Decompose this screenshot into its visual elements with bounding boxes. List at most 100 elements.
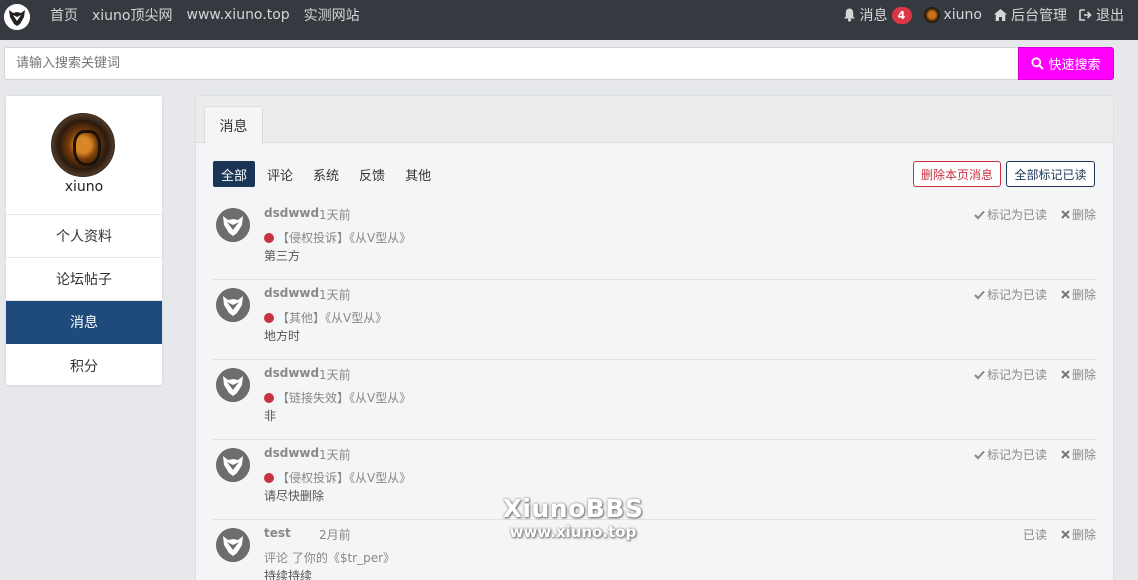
sender-avatar[interactable]	[216, 368, 250, 402]
close-icon	[1061, 290, 1070, 299]
message-subject[interactable]: 评论 了你的《$tr_per》	[264, 549, 395, 566]
message-row: dsdwwd 1天前【侵权投诉】《从V型从》请尽快删除 标记为已读 删除	[213, 440, 1096, 520]
message-subject-text: 【侵权投诉】《从V型从》	[277, 471, 412, 485]
message-subject[interactable]: 【侵权投诉】《从V型从》	[264, 469, 411, 486]
close-icon	[1061, 450, 1070, 459]
message-time: 1天前	[319, 448, 351, 462]
message-row: dsdwwd 1天前 【侵权投诉】《从V型从》 第三方 标记为已读 删除	[213, 200, 1096, 280]
delete-message-label: 删除	[1071, 368, 1096, 382]
delete-message-label: 删除	[1071, 528, 1096, 542]
filter-comments[interactable]: 评论	[259, 161, 301, 187]
message-actions: 标记为已读 删除	[974, 446, 1096, 463]
message-body: 持续持续	[264, 569, 313, 580]
card-header: 消息	[196, 96, 1113, 144]
close-icon	[1061, 210, 1070, 219]
nav-admin-label: 后台管理	[1011, 8, 1067, 24]
message-body: 第三方	[264, 249, 301, 263]
nav-messages[interactable]: 消息 4	[843, 5, 912, 25]
message-subject-text: 评论 了你的《$tr_per》	[264, 551, 396, 565]
nav-link-home[interactable]: 首页	[50, 5, 78, 25]
messages-card: 消息 全部 评论 系统 反馈 其他 删除本页消息 全部标记已读 dsdwwd 1天…	[195, 95, 1114, 580]
mark-read-button[interactable]: 标记为已读	[974, 446, 1047, 463]
filter-all[interactable]: 全部	[213, 161, 256, 187]
sender-name[interactable]: test	[264, 526, 291, 540]
watermark: XiunoBBS www.xiuno.top	[493, 494, 653, 542]
mark-read-button[interactable]: 标记为已读	[974, 286, 1047, 303]
message-body: 请尽快删除	[264, 489, 325, 503]
message-subject[interactable]: 【其他】《从V型从》	[264, 309, 387, 326]
message-time: 1天前	[319, 288, 351, 302]
message-body: 地方时	[264, 329, 301, 343]
message-subject[interactable]: 【链接失效】《从V型从》	[264, 389, 411, 406]
check-icon	[974, 450, 985, 459]
mark-read-label: 标记为已读	[986, 208, 1047, 222]
nav-admin[interactable]: 后台管理	[994, 5, 1067, 25]
delete-message-button[interactable]: 删除	[1061, 526, 1096, 543]
unread-dot-icon	[264, 232, 274, 243]
nav-links: 首页 xiuno顶尖网 www.xiuno.top 实测网站	[50, 0, 360, 30]
watermark-title: XiunoBBS	[502, 494, 644, 523]
mark-read-button[interactable]: 已读	[1023, 526, 1047, 543]
filter-other[interactable]: 其他	[397, 161, 439, 187]
profile-avatar[interactable]	[51, 113, 115, 177]
site-logo-icon[interactable]	[4, 4, 30, 30]
tab-messages[interactable]: 消息	[204, 106, 263, 144]
nav-user-name: xiuno	[943, 7, 983, 23]
message-row: dsdwwd 1天前【链接失效】《从V型从》非 标记为已读 删除	[213, 360, 1096, 440]
check-icon	[974, 210, 985, 219]
sender-name[interactable]: dsdwwd	[264, 366, 319, 380]
message-subject-text: 【侵权投诉】《从V型从》	[277, 231, 412, 245]
message-subject-text: 【其他】《从V型从》	[277, 311, 388, 325]
message-time: 1天前	[319, 368, 351, 382]
nav-link-xiuno-top[interactable]: xiuno顶尖网	[92, 5, 173, 25]
user-sidebar: xiuno 个人资料 论坛帖子 消息 积分	[5, 95, 163, 386]
message-row: dsdwwd 1天前【其他】《从V型从》地方时 标记为已读 删除	[213, 280, 1096, 360]
nav-logout[interactable]: 退出	[1079, 5, 1124, 25]
nav-link-xiuno-url[interactable]: www.xiuno.top	[187, 7, 290, 23]
filter-system[interactable]: 系统	[305, 161, 347, 187]
logout-icon	[1079, 9, 1092, 21]
sender-name[interactable]: dsdwwd	[264, 286, 319, 300]
nav-logout-label: 退出	[1096, 8, 1124, 24]
delete-page-messages-button[interactable]: 删除本页消息	[913, 161, 1001, 187]
close-icon	[1061, 370, 1070, 379]
sender-name[interactable]: dsdwwd	[264, 446, 319, 460]
message-subject-text: 【链接失效】《从V型从》	[277, 391, 412, 405]
mark-read-button[interactable]: 标记为已读	[974, 366, 1047, 383]
message-subject[interactable]: 【侵权投诉】《从V型从》	[264, 229, 411, 246]
quick-search-button[interactable]: 快速搜索	[1018, 47, 1114, 80]
search-icon	[1031, 57, 1045, 70]
sidebar-item-credits[interactable]: 积分	[6, 344, 162, 385]
mark-all-read-button[interactable]: 全部标记已读	[1006, 161, 1095, 187]
delete-message-button[interactable]: 删除	[1061, 366, 1096, 383]
mark-read-label: 标记为已读	[986, 368, 1047, 382]
sender-avatar[interactable]	[216, 288, 250, 322]
user-avatar-icon	[923, 7, 940, 23]
sidebar-item-messages[interactable]: 消息	[6, 301, 162, 344]
profile-block: xiuno	[6, 96, 162, 215]
top-navbar: 首页 xiuno顶尖网 www.xiuno.top 实测网站 消息 4 xiun…	[0, 0, 1138, 40]
delete-message-button[interactable]: 删除	[1061, 286, 1096, 303]
mark-read-label: 标记为已读	[986, 448, 1047, 462]
watermark-url: www.xiuno.top	[509, 523, 637, 541]
message-actions: 标记为已读 删除	[974, 286, 1096, 303]
sender-avatar[interactable]	[216, 528, 250, 562]
sidebar-item-profile[interactable]: 个人资料	[6, 215, 162, 258]
check-icon	[974, 370, 985, 379]
message-row: test 2月前 评论 了你的《$tr_per》 持续持续 已读 删除	[213, 520, 1096, 580]
filter-feedback[interactable]: 反馈	[351, 161, 393, 187]
sender-name[interactable]: dsdwwd	[264, 206, 319, 220]
delete-message-button[interactable]: 删除	[1061, 206, 1096, 223]
delete-message-button[interactable]: 删除	[1061, 446, 1096, 463]
nav-link-test-site[interactable]: 实测网站	[304, 5, 360, 25]
sender-avatar[interactable]	[216, 448, 250, 482]
mark-read-button[interactable]: 标记为已读	[974, 206, 1047, 223]
messages-count-badge: 4	[891, 6, 912, 24]
message-body: 非	[264, 409, 277, 423]
sidebar-item-posts[interactable]: 论坛帖子	[6, 258, 162, 301]
nav-user[interactable]: xiuno	[923, 7, 983, 23]
search-input[interactable]	[4, 47, 1020, 80]
unread-dot-icon	[264, 392, 274, 403]
sender-avatar[interactable]	[216, 208, 250, 242]
home-icon	[994, 9, 1007, 21]
